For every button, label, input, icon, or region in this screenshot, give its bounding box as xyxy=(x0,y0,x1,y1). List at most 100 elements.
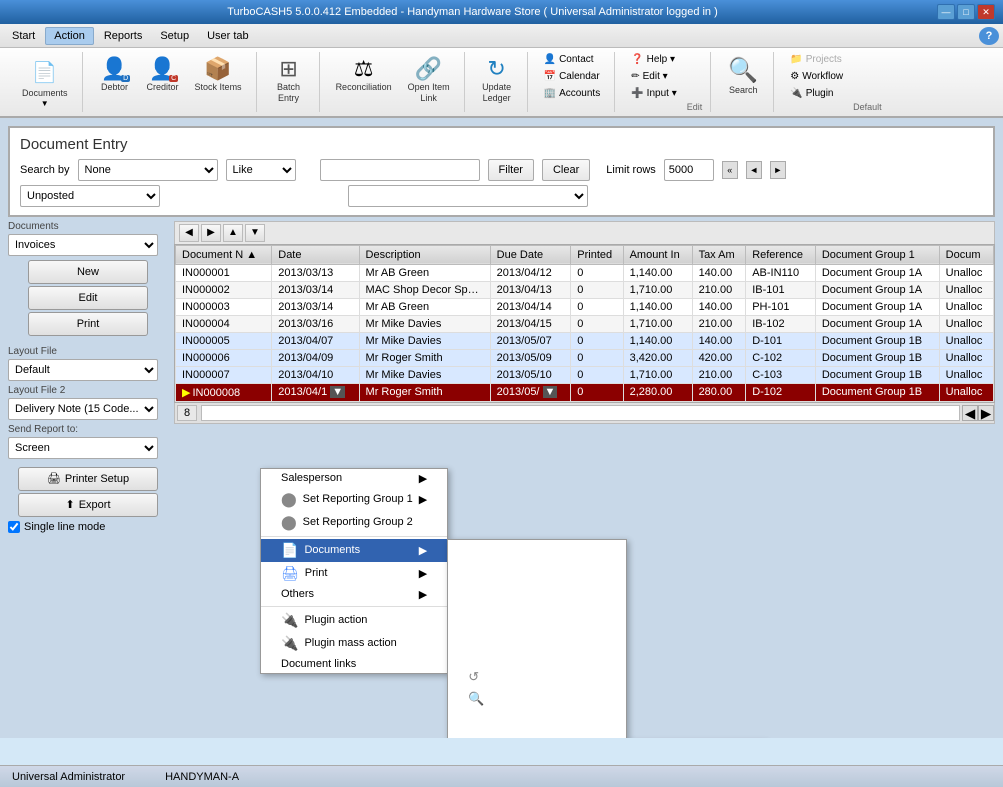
cell-5: 1,710.00 xyxy=(623,366,692,383)
scroll-left-button[interactable]: ◀ xyxy=(962,405,978,421)
contact-button[interactable]: 👤 Contact xyxy=(538,52,607,67)
col-amount[interactable]: Amount In xyxy=(623,245,692,264)
layout-select[interactable]: Default xyxy=(8,359,158,381)
search-label: Search xyxy=(729,85,758,96)
workflow-button[interactable]: ⚙ Workflow xyxy=(784,69,849,84)
accounts-button[interactable]: 🏢 Accounts xyxy=(538,86,607,101)
calendar-button[interactable]: 📅 Calendar xyxy=(538,69,607,84)
toolbar-move-left[interactable]: ◀ xyxy=(179,224,199,242)
accounts-dropdown[interactable] xyxy=(348,185,588,207)
table-row[interactable]: IN0000052013/04/07Mr Mike Davies2013/05/… xyxy=(176,332,994,349)
col-group[interactable]: Document Group 1 xyxy=(815,245,939,264)
change-account-icon: ↺ xyxy=(468,669,479,685)
ctx-edit-account[interactable]: 🔍 Edit Account xyxy=(448,688,626,710)
edit-button[interactable]: Edit xyxy=(28,286,148,310)
nav-prev-button[interactable]: ◄ xyxy=(746,161,762,179)
menu-setup[interactable]: Setup xyxy=(152,28,197,44)
ctx-salesperson[interactable]: Salesperson ▶ xyxy=(261,469,447,488)
ctx-reporting2[interactable]: ⬤ Set Reporting Group 2 xyxy=(261,511,447,534)
col-ref[interactable]: Reference xyxy=(746,245,816,264)
ctx-reporting1[interactable]: ⬤ Set Reporting Group 1 ▶ xyxy=(261,488,447,511)
col-tax[interactable]: Tax Am xyxy=(692,245,746,264)
nav-first-button[interactable]: « xyxy=(722,161,738,179)
menu-reports[interactable]: Reports xyxy=(96,28,151,44)
layout2-select[interactable]: Delivery Note (15 Code... xyxy=(8,398,158,420)
limit-rows-input[interactable] xyxy=(664,159,714,181)
printer-icon: 🖨 xyxy=(47,472,61,485)
like-select[interactable]: Like Equal Not Equal xyxy=(226,159,296,181)
debtor-button[interactable]: 👤 D Debtor xyxy=(93,52,137,97)
nav-next-button[interactable]: ► xyxy=(770,161,786,179)
input-button[interactable]: ➕ Input ▾ xyxy=(625,86,683,101)
printer-setup-button[interactable]: 🖨 Printer Setup xyxy=(18,467,158,491)
ctx-convert-credit[interactable]: Convert to Creditnote / Return Note xyxy=(448,606,626,636)
col-docum[interactable]: Docum xyxy=(939,245,993,264)
creditor-button[interactable]: 👤 C Creditor xyxy=(141,52,185,97)
menu-usertab[interactable]: User tab xyxy=(199,28,257,44)
open-item-link-button[interactable]: 🔗 Open ItemLink xyxy=(402,52,456,108)
table-container[interactable]: Document N ▲ Date Description Due Date P… xyxy=(174,244,995,403)
stock-items-button[interactable]: 📦 Stock Items xyxy=(189,52,248,97)
plugin-button[interactable]: 🔌 Plugin xyxy=(784,86,849,101)
scroll-track[interactable] xyxy=(201,405,960,421)
update-ledger-button[interactable]: ↻ UpdateLedger xyxy=(475,52,519,108)
main-area: Document Entry Search by None Document N… xyxy=(0,118,1003,738)
send-select[interactable]: Screen Printer Email xyxy=(8,437,158,459)
scroll-right-button[interactable]: ▶ xyxy=(978,405,994,421)
ctx-copy-doc[interactable]: Copy Document xyxy=(448,540,626,558)
cell-6: 210.00 xyxy=(692,315,746,332)
search-by-select[interactable]: None Document Number Description Referen… xyxy=(78,159,218,181)
ctx-plugin-action[interactable]: 🔌 Plugin action xyxy=(261,609,447,632)
ctx-redo-discount[interactable]: Redo Discount on Document xyxy=(448,636,626,666)
help-sm-button[interactable]: ❓ Help ▾ xyxy=(625,52,683,67)
ctx-print[interactable]: 🖨 Print ▶ xyxy=(261,562,447,585)
toolbar-move-right[interactable]: ▶ xyxy=(201,224,221,242)
table-row[interactable]: IN0000012013/03/13Mr AB Green2013/04/120… xyxy=(176,264,994,281)
single-line-checkbox[interactable] xyxy=(8,521,20,533)
table-row[interactable]: IN0000022013/03/14MAC Shop Decor Special… xyxy=(176,281,994,298)
filter-button[interactable]: Filter xyxy=(488,159,534,181)
document-type-select[interactable]: Invoices Credit Notes Orders Purchases xyxy=(8,234,158,256)
documents-button[interactable]: 📄 Documents ▼ xyxy=(16,52,74,112)
projects-button[interactable]: 📁 Projects xyxy=(784,52,849,67)
ctx-change-account[interactable]: ↺ Change Account xyxy=(448,666,626,688)
toolbar-move-up[interactable]: ▲ xyxy=(223,224,243,242)
batch-entry-button[interactable]: ⊞ BatchEntry xyxy=(267,52,311,108)
send-report-section: Send Report to: Screen Printer Email xyxy=(8,424,168,459)
cell-8: Document Group 1B xyxy=(815,366,939,383)
menu-action[interactable]: Action xyxy=(45,27,94,45)
minimize-button[interactable]: — xyxy=(937,4,955,20)
search-button[interactable]: 🔍 Search xyxy=(721,52,765,100)
print-button[interactable]: Print xyxy=(28,312,148,336)
table-row[interactable]: IN0000072013/04/10Mr Mike Davies2013/05/… xyxy=(176,366,994,383)
table-row[interactable]: IN0000032013/03/14Mr AB Green2013/04/140… xyxy=(176,298,994,315)
edit-sm-label: Edit ▾ xyxy=(643,71,668,82)
col-desc[interactable]: Description xyxy=(359,245,490,264)
col-due-date[interactable]: Due Date xyxy=(490,245,571,264)
table-row[interactable]: IN0000042013/03/16Mr Mike Davies2013/04/… xyxy=(176,315,994,332)
close-button[interactable]: ✕ xyxy=(977,4,995,20)
col-printed[interactable]: Printed xyxy=(571,245,623,264)
ctx-documents[interactable]: 📄 Documents ▶ Copy Document Create Purch… xyxy=(261,539,447,562)
ctx-convert-order[interactable]: Convert Invoice to Order xyxy=(448,588,626,606)
clear-button[interactable]: Clear xyxy=(542,159,590,181)
export-button[interactable]: ⬆ Export xyxy=(18,493,158,517)
edit-sm-button[interactable]: ✏ Edit ▾ xyxy=(625,69,683,84)
new-button[interactable]: New xyxy=(28,260,148,284)
ctx-plugin-mass[interactable]: 🔌 Plugin mass action xyxy=(261,632,447,655)
help-button[interactable]: ? xyxy=(979,27,999,45)
table-row[interactable]: ▶IN0000082013/04/1 ▼Mr Roger Smith2013/0… xyxy=(176,383,994,401)
ctx-create-purchase[interactable]: Create Purchase on Default Supplier 1 xyxy=(448,558,626,588)
ctx-create-backorders[interactable]: Create Backorders to Deliver xyxy=(448,710,626,738)
value-input[interactable] xyxy=(320,159,480,181)
ctx-others[interactable]: Others ▶ xyxy=(261,585,447,604)
maximize-button[interactable]: □ xyxy=(957,4,975,20)
col-date[interactable]: Date xyxy=(272,245,359,264)
table-row[interactable]: IN0000062013/04/09Mr Roger Smith2013/05/… xyxy=(176,349,994,366)
reconciliation-button[interactable]: ⚖ Reconciliation xyxy=(330,52,398,97)
menu-start[interactable]: Start xyxy=(4,28,43,44)
col-doc-num[interactable]: Document N ▲ xyxy=(176,245,272,264)
status-select[interactable]: Unposted Posted All xyxy=(20,185,160,207)
toolbar-move-down[interactable]: ▼ xyxy=(245,224,265,242)
ctx-doc-links[interactable]: Document links xyxy=(261,655,447,673)
